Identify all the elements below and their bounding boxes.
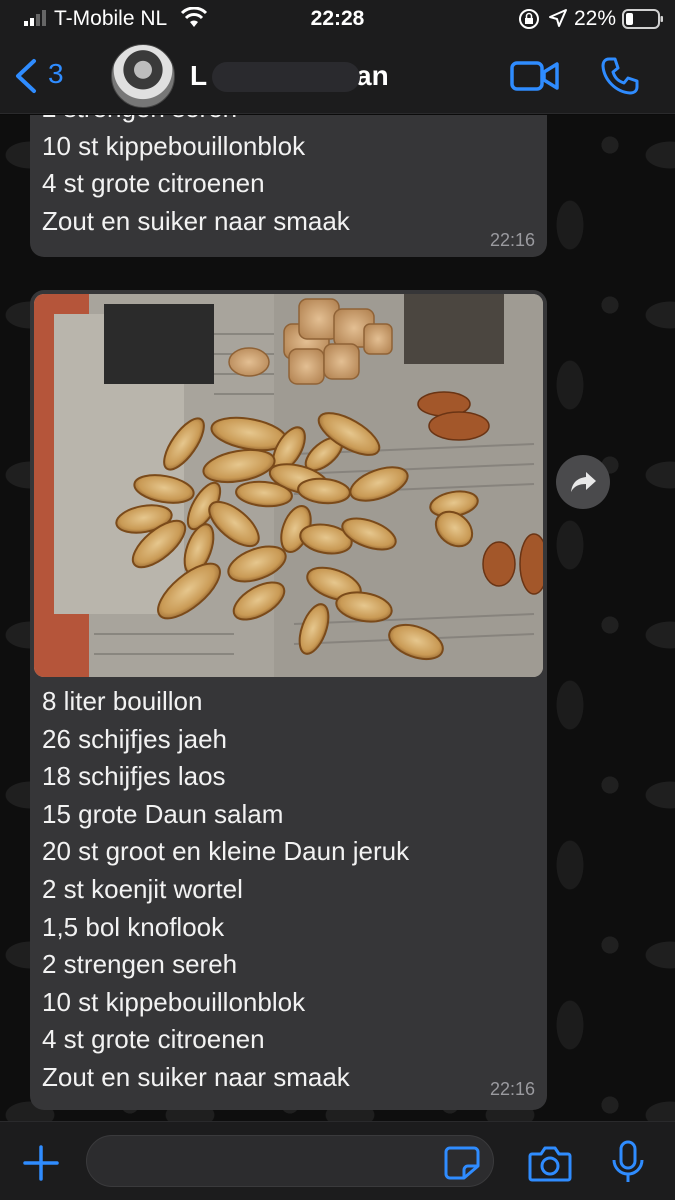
ginger-photo-illustration (34, 294, 543, 677)
message-timestamp: 22:16 (489, 1079, 535, 1099)
message-bubble[interactable]: 8 liter bouillon 26 schijfjes jaeh 18 sc… (30, 290, 547, 1110)
message-line: 18 schijfjes laos (42, 761, 226, 792)
sticker-icon[interactable] (444, 1146, 480, 1180)
contact-name[interactable]: L an (190, 60, 389, 92)
message-text: 2 strengen sereh 10 st kippebouillonblok… (30, 115, 547, 240)
message-line: 8 liter bouillon (42, 686, 203, 716)
message-line: 15 grote Daun salam (42, 798, 284, 829)
message-bubble[interactable]: 2 strengen sereh 10 st kippebouillonblok… (30, 115, 547, 257)
message-line: 1,5 bol knoflook (42, 911, 225, 942)
rotation-lock-icon (519, 9, 539, 29)
plus-icon[interactable] (22, 1144, 60, 1182)
message-line: 2 strengen sereh (42, 949, 238, 980)
composer-bar (0, 1121, 675, 1200)
avatar[interactable] (111, 44, 175, 108)
message-line: 10 st kippebouillonblok (42, 130, 306, 161)
camera-icon[interactable] (528, 1144, 572, 1182)
message-line: 4 st grote citroenen (42, 168, 265, 199)
message-line: 2 strengen sereh (42, 115, 535, 128)
contact-name-start: L (190, 60, 208, 91)
chat-header: 3 L an (0, 38, 675, 114)
message-line: Zout en suiker naar smaak (42, 205, 350, 236)
microphone-icon[interactable] (610, 1140, 646, 1184)
message-line: 2 st koenjit wortel (42, 873, 243, 904)
forward-arrow-icon (571, 472, 596, 492)
message-line: 10 st kippebouillonblok (42, 986, 306, 1017)
forward-button[interactable] (556, 455, 610, 509)
phone-icon[interactable] (600, 56, 640, 96)
battery-icon (622, 9, 663, 29)
location-icon (549, 9, 567, 27)
contact-name-end: an (356, 60, 389, 91)
status-bar: T-Mobile NL 22:28 22% (0, 0, 675, 38)
back-button[interactable]: 3 (12, 54, 72, 98)
message-line: Zout en suiker naar smaak (42, 1061, 350, 1092)
message-text: 8 liter bouillon 26 schijfjes jaeh 18 sc… (30, 683, 421, 1097)
message-input[interactable] (86, 1135, 494, 1187)
redaction-blur (212, 62, 360, 92)
message-line: 4 st grote citroenen (42, 1024, 265, 1055)
message-line: 26 schijfjes jaeh (42, 723, 227, 754)
message-line: 20 st groot en kleine Daun jeruk (42, 836, 410, 867)
battery-percentage: 22% (574, 7, 617, 30)
chat-area[interactable]: 2 strengen sereh 10 st kippebouillonblok… (0, 115, 675, 1121)
message-photo[interactable] (34, 294, 543, 677)
unread-count: 3 (48, 58, 64, 89)
message-timestamp: 22:16 (489, 230, 535, 250)
video-call-icon[interactable] (510, 58, 560, 94)
chevron-left-icon (16, 59, 36, 93)
